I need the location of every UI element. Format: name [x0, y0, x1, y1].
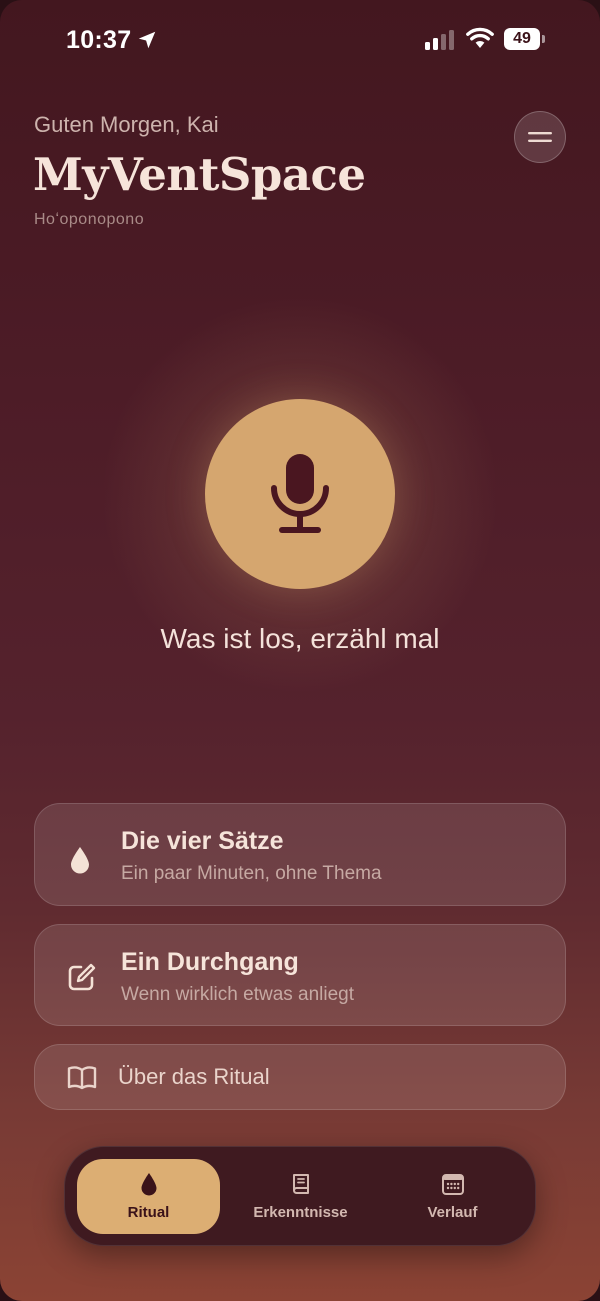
tab-verlauf[interactable]: Verlauf [381, 1159, 524, 1234]
card-subtitle: Wenn wirklich etwas anliegt [121, 984, 355, 1005]
tab-label: Verlauf [427, 1204, 478, 1221]
card-title: Ein Durchgang [121, 948, 299, 976]
tab-bar: Ritual Erkenntnisse Verlauf [64, 1146, 536, 1246]
one-session-card[interactable]: Ein Durchgang Wenn wirklich etwas anlieg… [34, 924, 566, 1026]
calendar-icon [441, 1174, 464, 1195]
book-icon [67, 1066, 97, 1090]
drop-icon [71, 847, 89, 874]
tab-ritual[interactable]: Ritual [77, 1159, 220, 1234]
battery-icon: 49 [504, 28, 545, 50]
app-title: MyVentSpace [33, 148, 366, 201]
microphone-icon [271, 454, 329, 533]
app-screen: 10:37 49 Guten Morgen, Kai MyVentSpace H… [0, 0, 600, 1301]
drop-icon [141, 1173, 156, 1196]
about-ritual-card[interactable]: Über das Ritual [34, 1044, 566, 1110]
tab-erkenntnisse[interactable]: Erkenntnisse [229, 1159, 372, 1234]
location-arrow-icon [138, 31, 156, 49]
edit-icon [68, 963, 96, 991]
mic-prompt: Was ist los, erzähl mal [160, 623, 440, 654]
tab-label: Erkenntnisse [253, 1204, 348, 1221]
tab-label: Ritual [127, 1204, 170, 1221]
greeting: Guten Morgen, Kai [34, 112, 219, 137]
status-time: 10:37 [66, 26, 132, 54]
card-subtitle: Ein paar Minuten, ohne Thema [121, 863, 382, 884]
card-label: Über das Ritual [118, 1064, 270, 1089]
menu-icon [528, 132, 552, 142]
battery-level: 49 [504, 28, 540, 50]
menu-button[interactable] [514, 111, 566, 163]
wifi-icon [466, 27, 494, 48]
app-subtitle: Hoʻoponopono [34, 211, 145, 228]
battery-cap [542, 35, 545, 43]
signal-icon [425, 30, 454, 50]
four-sentences-card[interactable]: Die vier Sätze Ein paar Minuten, ohne Th… [34, 803, 566, 906]
book-icon [292, 1174, 309, 1194]
microphone-button[interactable] [205, 399, 395, 589]
card-title: Die vier Sätze [121, 827, 284, 855]
